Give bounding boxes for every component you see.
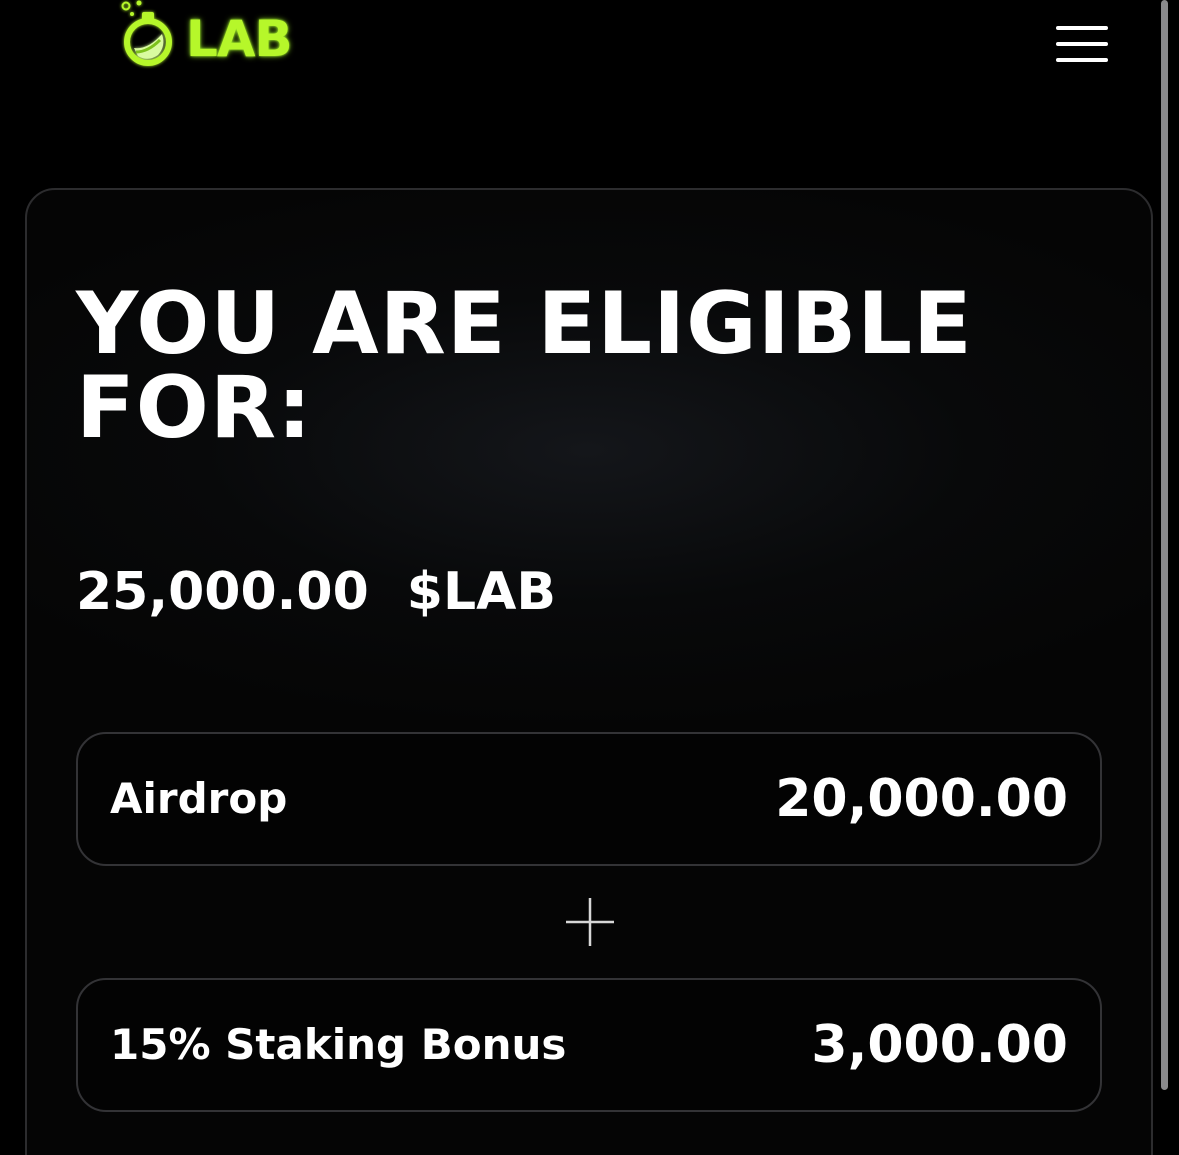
eligibility-title: YOU ARE ELIGIBLE FOR: bbox=[76, 274, 973, 458]
menu-bar-top bbox=[1056, 26, 1108, 30]
staking-bonus-row: 15% Staking Bonus 3,000.00 bbox=[76, 978, 1102, 1112]
logo-text: LAB bbox=[186, 10, 293, 68]
scrollbar[interactable] bbox=[1161, 0, 1168, 1090]
airdrop-value: 20,000.00 bbox=[775, 769, 1068, 829]
menu-bar-middle bbox=[1056, 42, 1108, 46]
airdrop-label: Airdrop bbox=[110, 774, 288, 823]
total-amount-currency: $LAB bbox=[406, 562, 556, 622]
menu-bar-bottom bbox=[1056, 58, 1108, 62]
airdrop-row: Airdrop 20,000.00 bbox=[76, 732, 1102, 866]
staking-bonus-label: 15% Staking Bonus bbox=[110, 1020, 567, 1069]
page: LAB YOU ARE ELIGIBLE FOR: 25,000.00 $LAB … bbox=[0, 0, 1179, 1155]
total-amount-value: 25,000.00 bbox=[76, 562, 369, 622]
logo[interactable]: LAB bbox=[112, 0, 293, 72]
plus-icon bbox=[564, 896, 616, 948]
staking-bonus-value: 3,000.00 bbox=[811, 1015, 1068, 1075]
total-amount: 25,000.00 $LAB bbox=[76, 560, 556, 624]
flask-icon bbox=[112, 0, 184, 72]
hamburger-menu-button[interactable] bbox=[1050, 22, 1114, 66]
